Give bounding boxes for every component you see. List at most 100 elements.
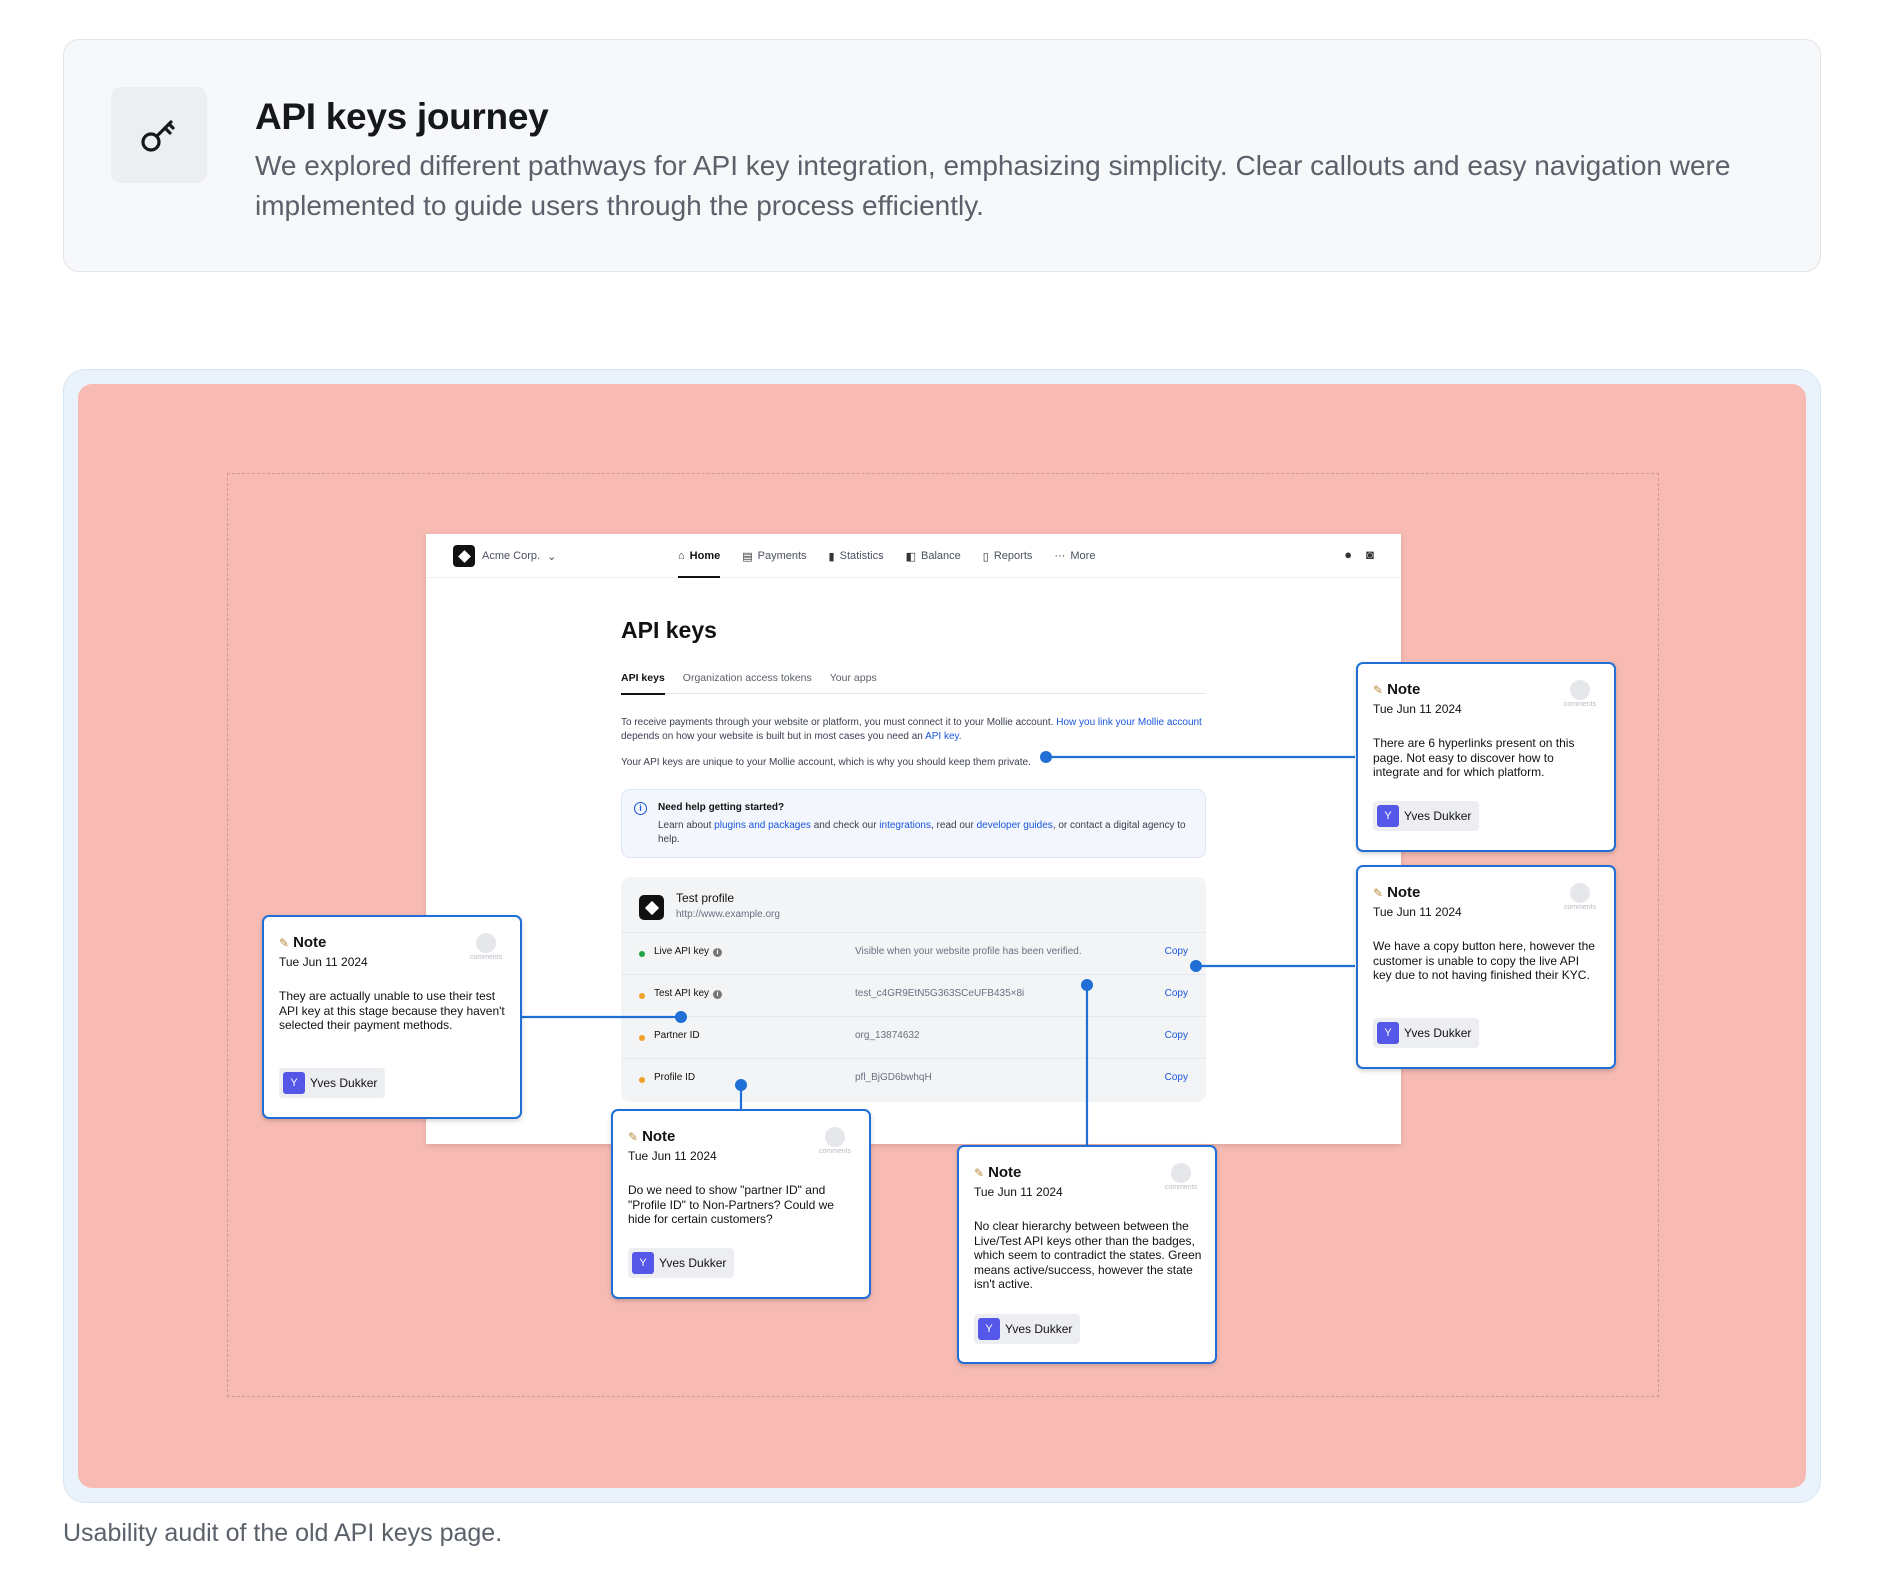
intro-text: .	[958, 730, 962, 742]
note-card[interactable]: ✎ Note Tue Jun 11 2024 comments There are…	[1356, 662, 1616, 852]
org-name: Acme Corp.	[482, 550, 541, 562]
key-value: Visible when your website profile has be…	[855, 946, 1082, 957]
help-text: Learn about	[658, 820, 715, 831]
comment-icon	[1171, 1163, 1191, 1183]
balance-icon: ◧	[905, 550, 917, 563]
key-row-profile-id: Profile ID pfl_BjGD6bwhqH Copy	[621, 1058, 1206, 1100]
reports-icon: ▯	[982, 550, 989, 563]
comments-label: comments	[1563, 701, 1597, 708]
nav-more-label: More	[1070, 550, 1096, 562]
nav-balance[interactable]: ◧ Balance	[906, 534, 961, 578]
payments-icon: ▤	[742, 550, 753, 563]
nav-home-label: Home	[689, 550, 721, 562]
comment-icon	[476, 933, 496, 953]
author-name: Yves Dukker	[1005, 1322, 1073, 1336]
key-value: pfl_BjGD6bwhqH	[855, 1072, 932, 1083]
note-card[interactable]: ✎ Note Tue Jun 11 2024 comments They are …	[262, 915, 522, 1119]
link-api-key[interactable]: API key	[925, 731, 959, 742]
comments-button[interactable]: comments	[467, 933, 505, 961]
org-switcher[interactable]: Acme Corp. ⌄	[453, 545, 556, 567]
avatar: Y	[283, 1072, 305, 1094]
nav-reports[interactable]: ▯ Reports	[983, 534, 1033, 578]
author-chip[interactable]: Y Yves Dukker	[1373, 801, 1480, 831]
comments-label: comments	[818, 1148, 852, 1155]
link-developer-guides[interactable]: developer guides	[977, 820, 1053, 831]
author-chip[interactable]: Y Yves Dukker	[974, 1314, 1081, 1344]
tab-your-apps[interactable]: Your apps	[830, 672, 877, 694]
author-name: Yves Dukker	[659, 1256, 727, 1270]
comments-label: comments	[1563, 904, 1597, 911]
comments-label: comments	[469, 954, 503, 961]
link-your-mollie-account[interactable]: How you link your Mollie account	[1056, 717, 1202, 728]
bell-icon[interactable]: ●	[1344, 547, 1352, 562]
nav-more[interactable]: ··· More	[1054, 534, 1095, 578]
copy-button[interactable]: Copy	[1165, 1030, 1188, 1041]
key-name: Test API key i	[654, 988, 723, 999]
tab-api-keys[interactable]: API keys	[621, 672, 665, 695]
tab-organization-access-tokens[interactable]: Organization access tokens	[683, 672, 812, 694]
nav-home[interactable]: ⌂ Home	[678, 534, 721, 578]
note-label: Note	[1387, 884, 1421, 901]
avatar: Y	[1377, 1022, 1399, 1044]
note-label: Note	[988, 1164, 1022, 1181]
key-value: test_c4GR9EtN5G363SCeUFB435×8i	[855, 988, 1025, 999]
avatar: Y	[1377, 805, 1399, 827]
statistics-icon: ▮	[828, 550, 835, 563]
nav-statistics[interactable]: ▮ Statistics	[829, 534, 884, 578]
info-icon[interactable]: i	[713, 990, 723, 999]
profile-card: Test profile http://www.example.org Live…	[621, 877, 1206, 1102]
note-label: Note	[293, 934, 327, 951]
intro-text: depends on how your website is built but…	[621, 730, 926, 742]
api-keys-screenshot: Acme Corp. ⌄ ⌂ Home ▤ Payments ▮ Statist…	[426, 534, 1401, 1144]
intro-text: To receive payments through your website…	[621, 717, 1057, 728]
note-date: Tue Jun 11 2024	[1373, 702, 1462, 716]
status-dot-green	[639, 951, 645, 957]
comments-button[interactable]: comments	[1162, 1163, 1200, 1191]
key-value: org_13874632	[855, 1030, 920, 1041]
page-title: API keys	[621, 617, 717, 643]
intro-paragraph: To receive payments through your website…	[621, 716, 1206, 743]
note-label: Note	[1387, 681, 1421, 698]
note-card[interactable]: ✎ Note Tue Jun 11 2024 comments Do we nee…	[611, 1109, 871, 1299]
status-dot-orange	[639, 993, 645, 999]
nav-payments-label: Payments	[757, 550, 807, 562]
pencil-icon: ✎	[974, 1165, 985, 1180]
help-body: Learn about plugins and packages and che…	[658, 819, 1188, 846]
link-integrations[interactable]: integrations	[879, 820, 931, 831]
pencil-icon: ✎	[1373, 682, 1384, 697]
key-name: Partner ID	[654, 1030, 700, 1041]
avatar: Y	[978, 1318, 1000, 1340]
copy-button[interactable]: Copy	[1165, 1072, 1188, 1083]
comments-button[interactable]: comments	[1561, 680, 1599, 708]
account-icon[interactable]: ◙	[1366, 547, 1374, 562]
author-name: Yves Dukker	[1404, 1026, 1472, 1040]
link-plugins[interactable]: plugins and packages	[714, 820, 811, 831]
note-text: We have a copy button here, however the …	[1373, 939, 1595, 982]
copy-button[interactable]: Copy	[1165, 988, 1188, 999]
author-chip[interactable]: Y Yves Dukker	[279, 1068, 386, 1098]
nav-payments[interactable]: ▤ Payments	[742, 534, 806, 578]
comments-button[interactable]: comments	[1561, 883, 1599, 911]
pencil-icon: ✎	[279, 935, 290, 950]
nav-reports-label: Reports	[993, 550, 1033, 562]
note-date: Tue Jun 11 2024	[974, 1185, 1063, 1199]
note-card[interactable]: ✎ Note Tue Jun 11 2024 comments No clear …	[957, 1145, 1217, 1364]
key-name: Profile ID	[654, 1072, 696, 1083]
pencil-icon: ✎	[628, 1129, 639, 1144]
author-chip[interactable]: Y Yves Dukker	[1373, 1018, 1480, 1048]
tab-bar: API keys Organization access tokens Your…	[621, 672, 1206, 695]
author-chip[interactable]: Y Yves Dukker	[628, 1248, 735, 1278]
note-date: Tue Jun 11 2024	[1373, 905, 1462, 919]
status-dot-orange	[639, 1077, 645, 1083]
comment-icon	[1570, 883, 1590, 903]
copy-button[interactable]: Copy	[1165, 946, 1188, 957]
info-icon[interactable]: i	[713, 948, 723, 957]
note-date: Tue Jun 11 2024	[628, 1149, 717, 1163]
profile-url: http://www.example.org	[676, 909, 780, 920]
help-callout: i Need help getting started? Learn about…	[621, 789, 1206, 858]
comments-button[interactable]: comments	[816, 1127, 854, 1155]
note-card[interactable]: ✎ Note Tue Jun 11 2024 comments We have a…	[1356, 865, 1616, 1069]
top-navigation: Acme Corp. ⌄ ⌂ Home ▤ Payments ▮ Statist…	[426, 534, 1401, 578]
help-text: and check our	[810, 820, 880, 831]
profile-name: Test profile	[676, 891, 735, 905]
